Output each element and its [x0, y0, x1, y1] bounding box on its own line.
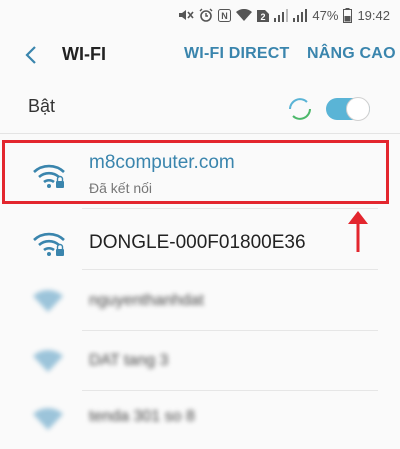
master-switch-label: Bật	[28, 96, 56, 116]
toggle-knob	[346, 97, 370, 121]
divider	[82, 269, 378, 270]
alarm-icon	[199, 8, 213, 22]
clock: 19:42	[357, 7, 390, 23]
mute-icon	[178, 8, 195, 22]
divider	[82, 208, 378, 209]
signal-icon-1	[274, 8, 289, 22]
wifi-icon	[33, 290, 63, 312]
network-item-tenda[interactable]: tenda 301 so 8	[0, 394, 400, 449]
battery-percent: 47%	[312, 7, 339, 23]
wifi-icon	[33, 408, 63, 430]
divider	[82, 330, 378, 331]
svg-text:2: 2	[261, 12, 266, 22]
status-bar: N 2 47% 19:42	[0, 0, 400, 30]
sim-icon: 2	[257, 8, 270, 22]
network-ssid: DAT tang 3	[89, 352, 169, 369]
signal-icon-2	[293, 8, 308, 22]
wifi-icon	[33, 350, 63, 372]
app-bar: WI-FI WI-FI DIRECT NÂNG CAO	[0, 30, 400, 80]
nfc-icon: N	[218, 8, 232, 22]
wifi-lock-icon	[33, 232, 65, 256]
wifi-toggle[interactable]	[326, 97, 370, 121]
wifi-lock-icon	[33, 164, 65, 188]
scanning-icon	[289, 98, 311, 120]
divider	[0, 133, 400, 134]
wifi-master-switch-row[interactable]: Bật	[0, 82, 400, 132]
network-item-dat-tang-3[interactable]: DAT tang 3	[0, 334, 400, 394]
network-item-nguyenthanhdat[interactable]: nguyenthanhdat	[0, 272, 400, 332]
network-ssid: tenda 301 so 8	[89, 408, 195, 425]
network-status: Đã kết nối	[89, 180, 153, 196]
wifi-direct-button[interactable]: WI-FI DIRECT	[184, 45, 290, 63]
back-button[interactable]	[18, 42, 44, 68]
advanced-button[interactable]: NÂNG CAO	[307, 45, 396, 63]
network-item-m8computer[interactable]: m8computer.com Đã kết nối	[0, 142, 400, 202]
wifi-status-icon	[236, 8, 253, 22]
network-item-dongle[interactable]: DONGLE-000F01800E36	[0, 212, 400, 272]
svg-text:N: N	[222, 11, 229, 21]
network-ssid: m8computer.com	[89, 152, 235, 173]
network-ssid: nguyenthanhdat	[89, 292, 204, 309]
network-ssid: DONGLE-000F01800E36	[89, 232, 306, 253]
arrow-up-icon	[348, 211, 368, 252]
divider	[82, 390, 378, 391]
battery-icon	[343, 7, 353, 23]
chevron-left-icon	[25, 46, 36, 64]
page-title: WI-FI	[62, 44, 106, 64]
